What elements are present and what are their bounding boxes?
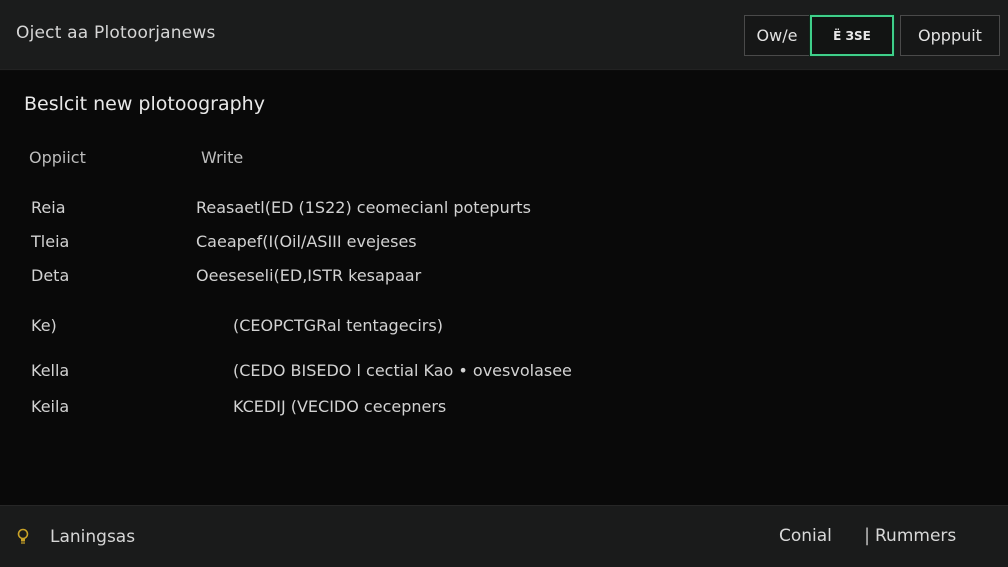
row-label: Tleia [31, 232, 70, 251]
column-header-object: Oppiict [29, 148, 86, 167]
lightbulb-icon [15, 528, 31, 544]
footer-link-conial[interactable]: Conial [779, 526, 832, 546]
row-value[interactable]: (CEDO BISEDO l cectial Kao • ovesvolasee [233, 361, 572, 380]
app-window: Oject aa Plotoorjanews Ow/e Ё ЗSE Opppui… [0, 0, 1008, 567]
row-label: Reia [31, 198, 66, 217]
footer-bar: Laningsas Conial | Rummers [0, 505, 1008, 567]
row-value[interactable]: Oeeseseli(ED,ISTR kesapaar [196, 266, 421, 285]
row-label: Ke) [31, 316, 57, 335]
section-heading: Beslcit new plotoography [24, 93, 265, 115]
footer-link-rummers[interactable]: Rummers [875, 526, 956, 546]
row-label: Keila [31, 397, 70, 416]
row-value[interactable]: KCEDIJ (VECIDO cecepners [233, 397, 446, 416]
header-button-ow[interactable]: Ow/e [744, 15, 810, 56]
header-button-group: Ow/e Ё ЗSE Opppuit [744, 15, 1000, 56]
app-title: Oject aa Plotoorjanews [16, 23, 216, 43]
main-panel: Beslcit new plotoography Oppiict Write R… [0, 71, 1008, 505]
header-button-active[interactable]: Ё ЗSE [810, 15, 894, 56]
header-bar: Oject aa Plotoorjanews Ow/e Ё ЗSE Opppui… [0, 0, 1008, 70]
row-value[interactable]: Caeapef(I(Oil/ASIII evejeses [196, 232, 417, 251]
row-value[interactable]: Reasaetl(ED (1S22) ceomecianl potepurts [196, 198, 531, 217]
footer-separator: | [864, 525, 871, 546]
column-header-write: Write [201, 148, 244, 167]
row-value[interactable]: (CEOPCTGRal tentagecirs) [233, 316, 443, 335]
row-label: Deta [31, 266, 70, 285]
row-label: Kella [31, 361, 70, 380]
header-button-output[interactable]: Opppuit [900, 15, 1000, 56]
footer-label: Laningsas [50, 527, 136, 547]
